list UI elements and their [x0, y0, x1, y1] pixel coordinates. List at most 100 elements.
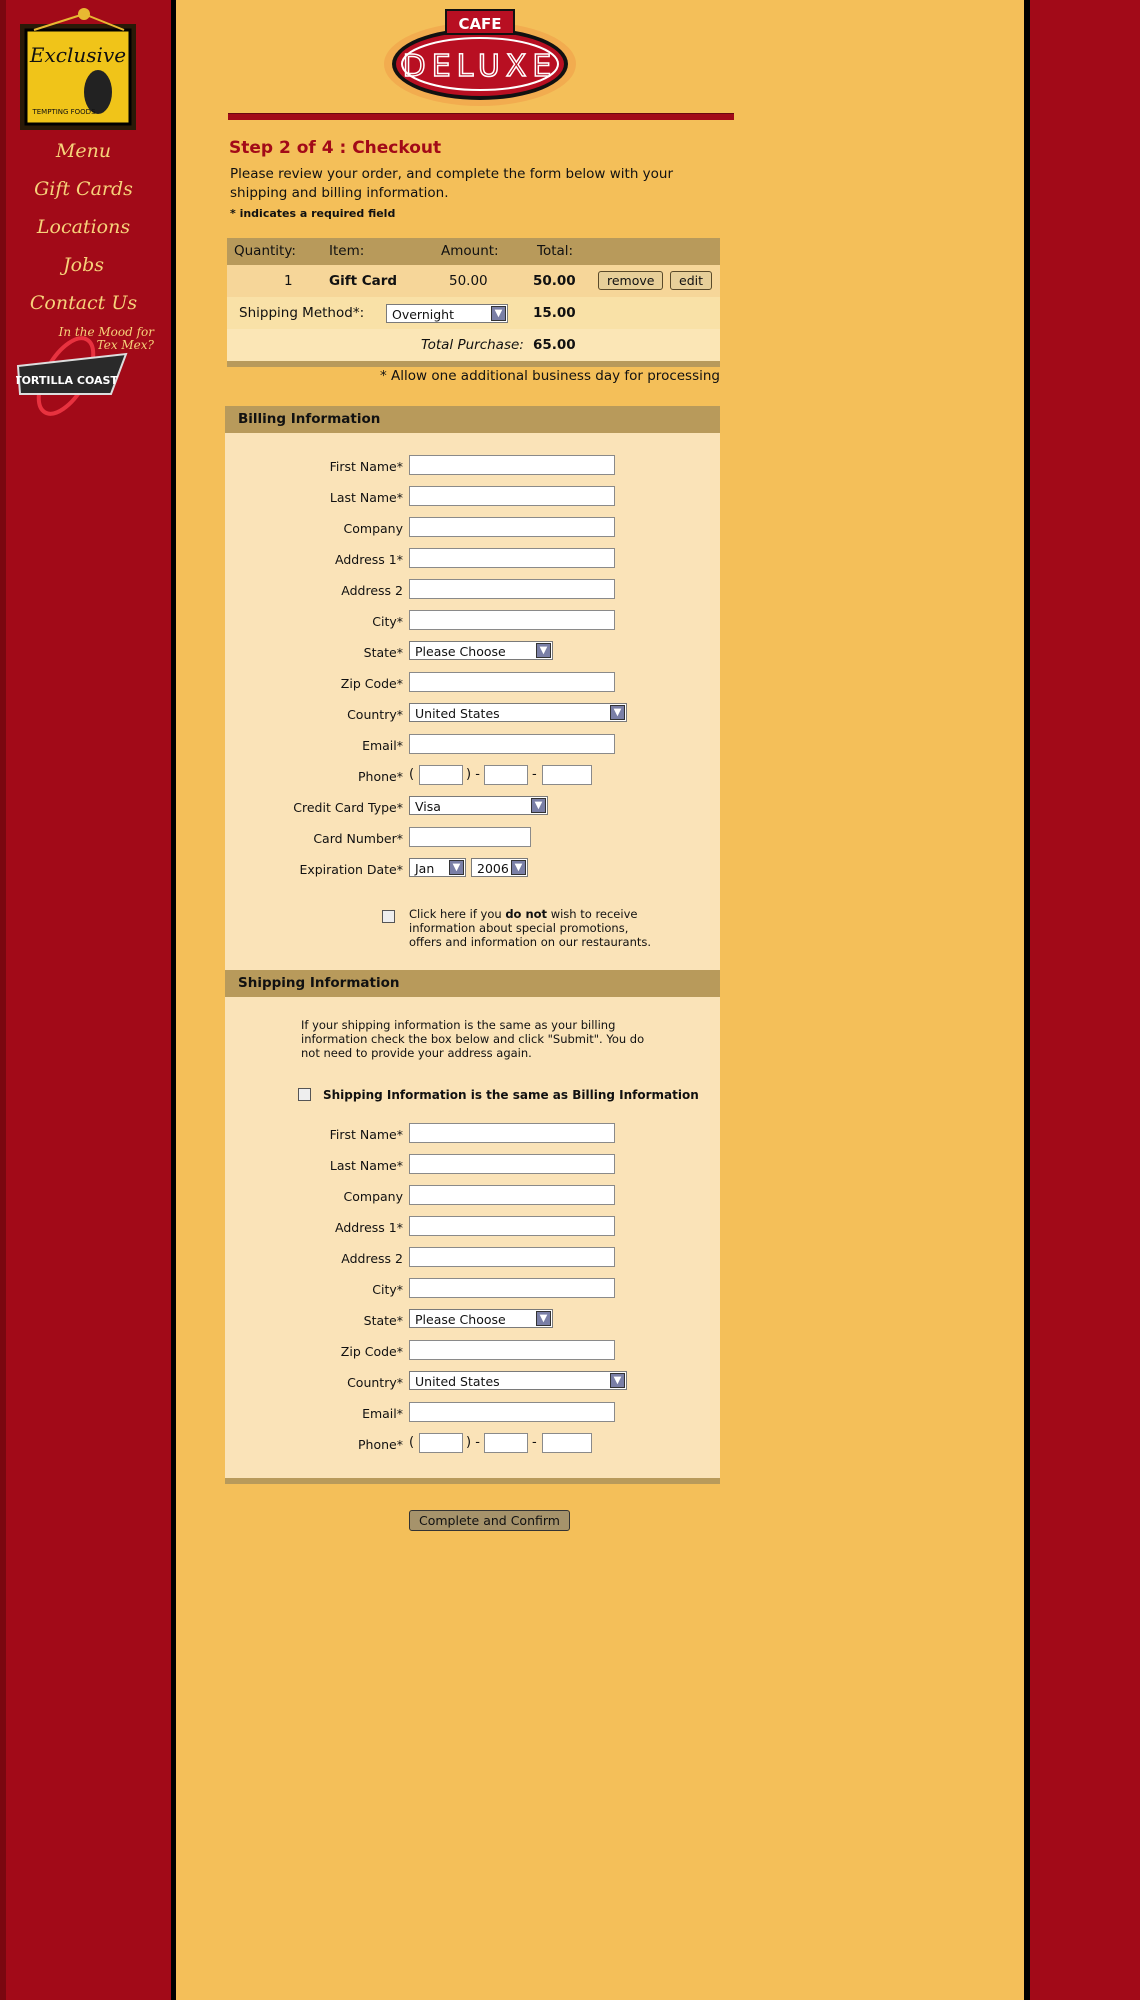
shipping-zip-input[interactable]	[409, 1340, 615, 1360]
phone-close-paren: ) -	[466, 1435, 480, 1450]
billing-city-row: City*	[225, 610, 720, 634]
billing-phone-row: Phone* ( ) - -	[225, 765, 720, 789]
edit-button[interactable]: edit	[670, 271, 712, 290]
total-purchase-value: 65.00	[533, 337, 576, 353]
exclusive-logo[interactable]: Exclusive TEMPTING FOODS	[14, 6, 142, 134]
nav-menu[interactable]: Menu	[6, 140, 161, 162]
nav-gift-cards[interactable]: Gift Cards	[6, 178, 161, 200]
shipping-company-row: Company	[225, 1185, 720, 1209]
shipping-company-input[interactable]	[409, 1185, 615, 1205]
shipping-phone-prefix-input[interactable]	[484, 1433, 528, 1453]
billing-header: Billing Information	[225, 406, 720, 433]
billing-email-input[interactable]	[409, 734, 615, 754]
billing-first-name-input[interactable]	[409, 455, 615, 475]
billing-zip-input[interactable]	[409, 672, 615, 692]
exp-month-select[interactable]: Jan ▼	[409, 858, 466, 877]
optout-checkbox[interactable]	[382, 910, 395, 923]
header-amount: Amount:	[441, 243, 499, 259]
billing-last-name-row: Last Name*	[225, 486, 720, 510]
field-label: Phone*	[358, 769, 403, 784]
shipping-email-input[interactable]	[409, 1402, 615, 1422]
shipping-zip-row: Zip Code*	[225, 1340, 720, 1364]
billing-last-name-input[interactable]	[409, 486, 615, 506]
billing-company-input[interactable]	[409, 517, 615, 537]
field-label: Country*	[347, 707, 403, 722]
tortilla-coast-logo[interactable]: TORTILLA COAST	[16, 326, 156, 426]
shipping-address2-input[interactable]	[409, 1247, 615, 1267]
svg-text:Exclusive: Exclusive	[29, 43, 126, 67]
phone-open-paren: (	[409, 1435, 415, 1450]
chevron-down-icon: ▼	[531, 798, 546, 813]
field-label: Last Name*	[329, 490, 403, 505]
phone-dash: -	[532, 767, 537, 782]
billing-phone-prefix-input[interactable]	[484, 765, 528, 785]
field-label: First Name*	[329, 459, 403, 474]
exp-year-select[interactable]: 2006 ▼	[471, 858, 528, 877]
billing-address1-input[interactable]	[409, 548, 615, 568]
billing-address2-input[interactable]	[409, 579, 615, 599]
same-as-billing-checkbox[interactable]	[298, 1088, 311, 1101]
shipping-first-name-input[interactable]	[409, 1123, 615, 1143]
field-label: Address 2	[341, 1251, 403, 1266]
phone-open-paren: (	[409, 767, 415, 782]
shipping-header: Shipping Information	[225, 970, 720, 997]
sidebar: Exclusive TEMPTING FOODS Menu Gift Cards…	[6, 0, 171, 2000]
shipping-city-input[interactable]	[409, 1278, 615, 1298]
remove-button[interactable]: remove	[598, 271, 664, 290]
complete-and-confirm-button[interactable]: Complete and Confirm	[409, 1510, 570, 1531]
shipping-phone-area-input[interactable]	[419, 1433, 463, 1453]
page-intro: Please review your order, and complete t…	[230, 166, 674, 201]
required-note: * indicates a required field	[230, 207, 396, 220]
line-amount: 50.00	[449, 273, 488, 289]
billing-phone-line-input[interactable]	[542, 765, 592, 785]
shipping-method-select[interactable]: Overnight ▼	[386, 304, 508, 323]
field-label: Address 2	[341, 583, 403, 598]
nav-locations[interactable]: Locations	[6, 216, 161, 238]
billing-city-input[interactable]	[409, 610, 615, 630]
shipping-phone-line-input[interactable]	[542, 1433, 592, 1453]
billing-country-select[interactable]: United States ▼	[409, 703, 627, 722]
shipping-total: 15.00	[533, 305, 576, 321]
billing-company-row: Company	[225, 517, 720, 541]
shipping-email-row: Email*	[225, 1402, 720, 1426]
billing-card-number-row: Card Number*	[225, 827, 720, 851]
field-label: State*	[363, 645, 403, 660]
phone-close-paren: ) -	[466, 767, 480, 782]
page-title: Step 2 of 4 : Checkout	[229, 138, 442, 158]
chevron-down-icon: ▼	[449, 860, 464, 875]
nav-contact-us[interactable]: Contact Us	[6, 292, 161, 314]
shipping-country-select[interactable]: United States ▼	[409, 1371, 627, 1390]
shipping-footer-bar	[225, 1478, 720, 1484]
field-label: Address 1*	[335, 1220, 403, 1235]
billing-country-row: Country* United States ▼	[225, 703, 720, 727]
billing-phone-area-input[interactable]	[419, 765, 463, 785]
field-label: Country*	[347, 1375, 403, 1390]
field-label: Company	[343, 521, 403, 536]
field-label: Email*	[362, 1406, 403, 1421]
card-type-select[interactable]: Visa ▼	[409, 796, 548, 815]
processing-note: * Allow one additional business day for …	[380, 368, 720, 384]
shipping-state-select[interactable]: Please Choose ▼	[409, 1309, 553, 1328]
optout-label: Click here if you do not wish to receive…	[409, 907, 652, 949]
billing-state-select[interactable]: Please Choose ▼	[409, 641, 553, 660]
shipping-address1-input[interactable]	[409, 1216, 615, 1236]
field-label: Zip Code*	[340, 676, 403, 691]
card-number-input[interactable]	[409, 827, 531, 847]
chevron-down-icon: ▼	[610, 1373, 625, 1388]
line-item: Gift Card	[329, 273, 398, 289]
svg-text:DELUXE: DELUXE	[403, 49, 558, 84]
cafe-deluxe-logo[interactable]: CAFE DELUXE	[380, 6, 580, 106]
billing-zip-row: Zip Code*	[225, 672, 720, 696]
svg-text:TEMPTING FOODS: TEMPTING FOODS	[31, 108, 96, 116]
billing-card-type-row: Credit Card Type* Visa ▼	[225, 796, 720, 820]
order-line-row: 1 Gift Card 50.00 50.00 remove edit	[227, 265, 720, 297]
nav-jobs[interactable]: Jobs	[6, 254, 161, 276]
order-table: Quantity: Item: Amount: Total: 1 Gift Ca…	[227, 238, 720, 367]
shipping-last-name-input[interactable]	[409, 1154, 615, 1174]
right-margin	[1030, 0, 1140, 2000]
field-label: City*	[372, 1282, 403, 1297]
header-rule	[228, 113, 734, 120]
shipping-section: Shipping Information If your shipping in…	[225, 970, 720, 1478]
svg-text:TORTILLA COAST: TORTILLA COAST	[16, 374, 118, 387]
billing-address2-row: Address 2	[225, 579, 720, 603]
